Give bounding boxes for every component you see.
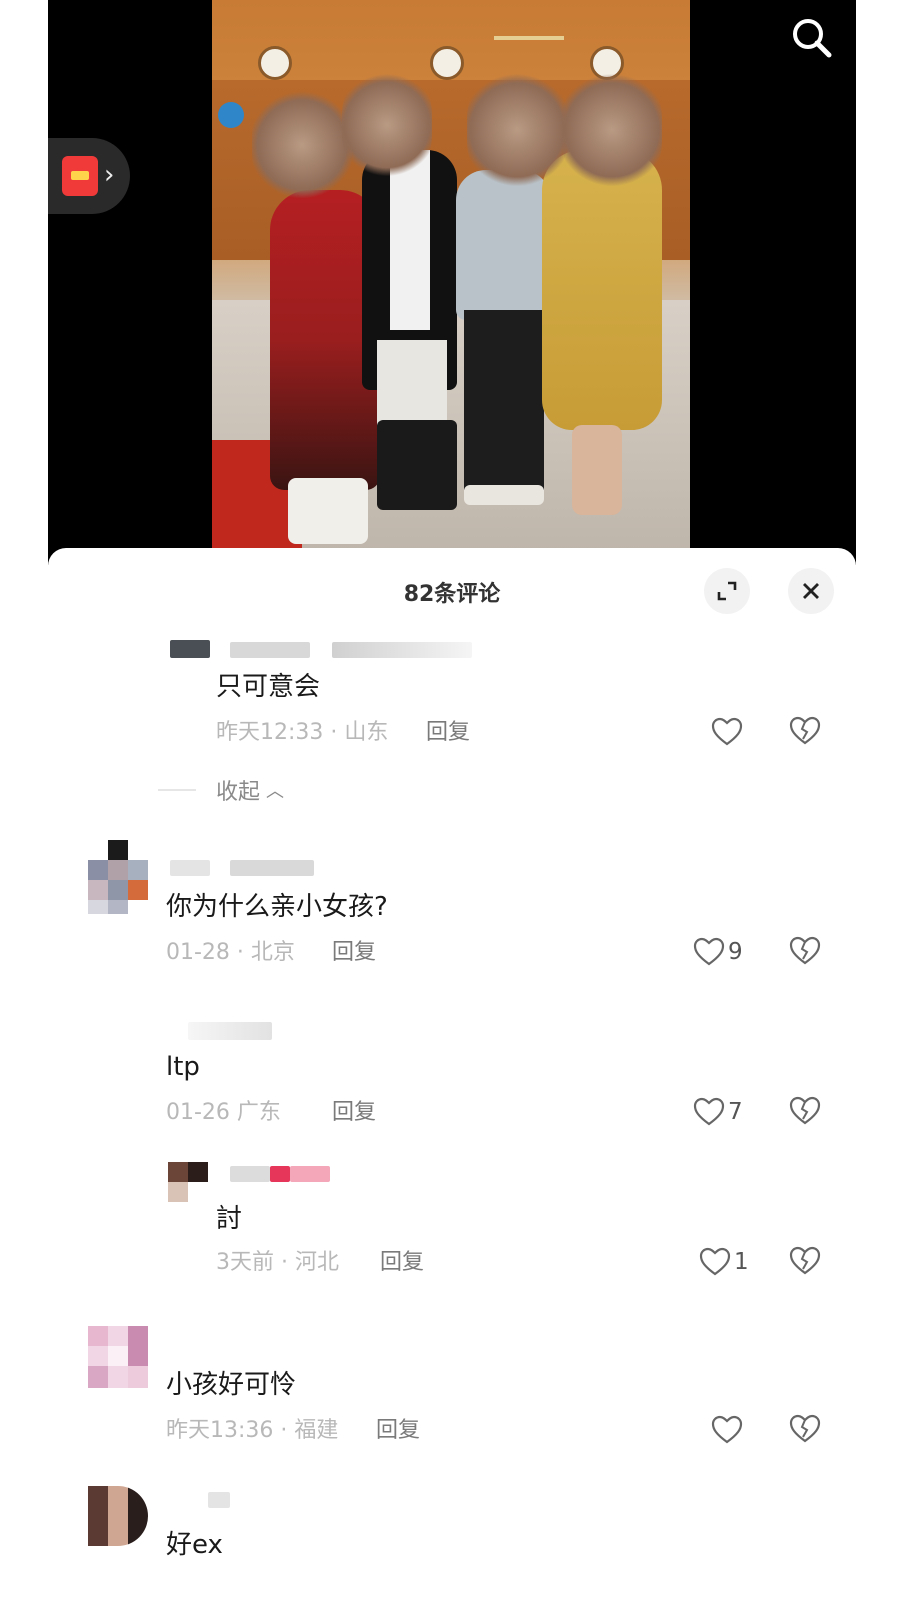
reply-button[interactable]: 回复 <box>332 1098 376 1128</box>
close-icon <box>803 583 819 599</box>
reply-button[interactable]: 回复 <box>380 1248 424 1278</box>
heart-icon <box>699 1247 731 1276</box>
username <box>290 1166 330 1182</box>
heart-icon <box>693 1097 725 1126</box>
expand-button[interactable] <box>704 568 750 614</box>
like-count: 9 <box>728 939 743 965</box>
avatar[interactable] <box>88 840 148 920</box>
dislike-button[interactable] <box>788 934 822 968</box>
comment-text: 你为什么亲小女孩? <box>166 892 388 922</box>
expand-icon <box>717 581 737 601</box>
avatar[interactable] <box>88 1326 148 1388</box>
dislike-button[interactable] <box>788 714 822 748</box>
username <box>188 1022 272 1040</box>
like-count: 7 <box>728 1099 743 1125</box>
heart-icon <box>711 717 743 746</box>
username <box>170 640 210 658</box>
red-packet-button[interactable]: › <box>48 138 130 214</box>
broken-heart-icon <box>789 1096 821 1125</box>
comment-meta: 3天前 · 河北 <box>216 1250 339 1275</box>
close-button[interactable] <box>788 568 834 614</box>
red-packet-icon <box>62 156 98 196</box>
reply-button[interactable]: 回复 <box>376 1416 420 1446</box>
heart-icon <box>711 1415 743 1444</box>
heart-icon <box>693 937 725 966</box>
like-button[interactable] <box>710 1412 746 1448</box>
avatar[interactable] <box>168 1162 208 1202</box>
like-count: 1 <box>734 1249 749 1275</box>
dislike-button[interactable] <box>788 1412 822 1446</box>
username <box>270 1166 290 1182</box>
like-button[interactable]: 9 <box>692 934 743 970</box>
comment-meta: 昨天13:36 · 福建 <box>166 1418 339 1443</box>
dislike-button[interactable] <box>788 1094 822 1128</box>
broken-heart-icon <box>789 1414 821 1443</box>
comment-text: 好ex <box>166 1530 223 1560</box>
comment-sheet: 82条评论 只可意会 昨天12:33 · 山东 回复 收起 ︿ 你为什么亲小女孩… <box>48 548 856 1600</box>
video-player[interactable] <box>48 0 856 565</box>
broken-heart-icon <box>789 936 821 965</box>
comment-text: 只可意会 <box>216 672 321 702</box>
username <box>208 1492 230 1508</box>
username <box>230 642 310 658</box>
video-frame <box>212 0 690 550</box>
like-button[interactable]: 7 <box>692 1094 743 1130</box>
comment-text: ltp <box>166 1052 200 1082</box>
collapse-replies-button[interactable]: 收起 ︿ <box>158 774 284 806</box>
username <box>170 860 210 876</box>
chevron-right-icon: › <box>104 160 115 190</box>
username <box>230 1166 270 1182</box>
dislike-button[interactable] <box>788 1244 822 1278</box>
chevron-up-icon: ︿ <box>266 781 285 802</box>
comment-text: 小孩好可怜 <box>166 1370 297 1400</box>
avatar[interactable] <box>88 1486 148 1546</box>
username <box>230 860 314 876</box>
comment-text: 討 <box>216 1204 243 1234</box>
broken-heart-icon <box>789 716 821 745</box>
comment-meta: 昨天12:33 · 山东 <box>216 720 389 745</box>
comment-meta: 01-28 · 北京 <box>166 940 295 965</box>
username <box>332 642 472 658</box>
broken-heart-icon <box>789 1246 821 1275</box>
comment-meta: 01-26 广东 <box>166 1100 281 1125</box>
search-button[interactable] <box>786 12 838 64</box>
like-button[interactable]: 1 <box>698 1244 749 1280</box>
reply-button[interactable]: 回复 <box>332 938 376 968</box>
collapse-label: 收起 <box>216 780 261 805</box>
reply-button[interactable]: 回复 <box>426 718 470 748</box>
search-icon <box>793 19 832 58</box>
like-button[interactable] <box>710 714 746 750</box>
screen: › 82条评论 只可意会 昨天12:33 · 山东 回复 收起 ︿ 你为什么亲小… <box>0 0 922 1600</box>
